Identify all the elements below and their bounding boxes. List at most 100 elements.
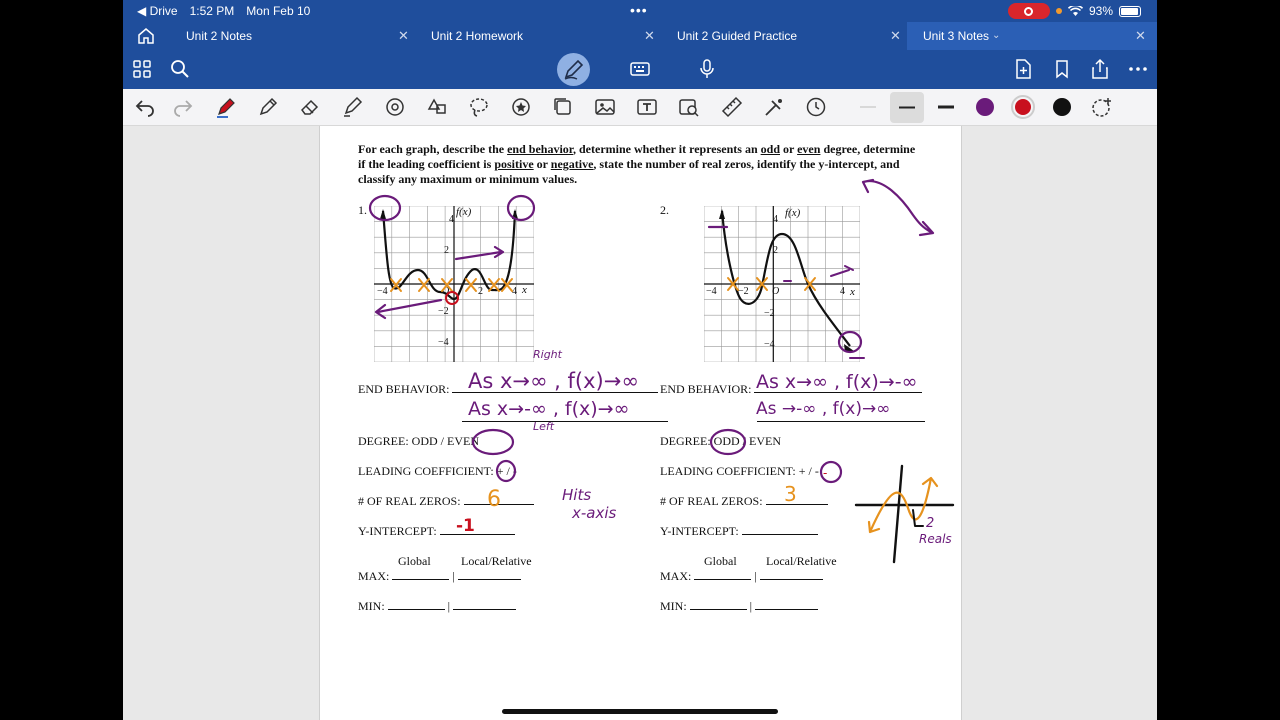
- q2-end-behavior-row: END BEHAVIOR:: [660, 382, 923, 397]
- answer-line[interactable]: [462, 421, 668, 422]
- share-icon[interactable]: [1089, 58, 1111, 80]
- color-purple[interactable]: [976, 98, 994, 116]
- pen-icon: [564, 59, 584, 80]
- answer-line[interactable]: [453, 609, 517, 610]
- battery-percent: 93%: [1088, 4, 1113, 18]
- answer-line[interactable]: [387, 609, 445, 610]
- q2-end-behavior-line2: [757, 411, 925, 426]
- mic-in-use-dot: [1055, 8, 1062, 14]
- drawing-toolbar: [123, 89, 1157, 126]
- lasso-icon[interactable]: [467, 95, 491, 119]
- color-black[interactable]: [1053, 98, 1071, 116]
- grid-icon[interactable]: [131, 58, 153, 80]
- answer-line[interactable]: [754, 392, 923, 393]
- duplicate-icon[interactable]: [551, 95, 575, 119]
- tab-unit-2-guided-practice[interactable]: Unit 2 Guided Practice ✕: [661, 22, 907, 50]
- camera-icon[interactable]: [677, 95, 701, 119]
- text-tool-icon[interactable]: [635, 95, 659, 119]
- tab-unit-2-notes[interactable]: Unit 2 Notes ✕: [170, 22, 415, 50]
- instr-end-behavior: end behavior: [507, 142, 573, 156]
- search-icon[interactable]: [169, 58, 191, 80]
- close-icon[interactable]: ✕: [644, 22, 655, 50]
- tab-label: Unit 2 Notes: [186, 29, 253, 43]
- tab-label: Unit 3 Notes: [923, 29, 990, 43]
- pen-mode-button[interactable]: [557, 53, 590, 86]
- worksheet-page[interactable]: For each graph, describe the end behavio…: [319, 126, 962, 720]
- screen-record-indicator[interactable]: [1007, 3, 1050, 19]
- answer-line[interactable]: [757, 421, 925, 422]
- home-indicator[interactable]: [502, 709, 778, 714]
- answer-line[interactable]: [392, 579, 450, 580]
- graph-1-tick: −4: [438, 337, 449, 348]
- wifi-icon: [1067, 5, 1083, 16]
- min-label: MIN:: [660, 599, 687, 613]
- ruler-icon[interactable]: [720, 95, 744, 119]
- close-icon[interactable]: ✕: [1135, 22, 1146, 50]
- chevron-down-icon[interactable]: ⌄: [992, 22, 1000, 50]
- q2-max: MAX: |: [660, 569, 823, 584]
- yint-label: Y-INTERCEPT:: [358, 524, 437, 538]
- tab-label: Unit 2 Homework: [431, 29, 524, 43]
- tab-unit-3-notes[interactable]: Unit 3 Notes ⌄ ✕: [907, 22, 1157, 50]
- undo-icon[interactable]: [133, 95, 157, 119]
- shape-tool-icon[interactable]: [383, 95, 407, 119]
- image-icon[interactable]: [593, 95, 617, 119]
- pencil-icon[interactable]: [256, 95, 280, 119]
- bookmark-icon[interactable]: [1051, 58, 1073, 80]
- q2-min: MIN: |: [660, 599, 819, 614]
- answer-line[interactable]: [457, 579, 521, 580]
- instr-negative: negative: [550, 157, 594, 171]
- microphone-icon[interactable]: [696, 58, 718, 80]
- graph-2-tick: 4: [840, 286, 845, 297]
- q1-min: MIN: |: [358, 599, 517, 614]
- end-behavior-label: END BEHAVIOR:: [358, 382, 450, 396]
- q1-leading-coefficient: LEADING COEFFICIENT: + / -: [358, 464, 517, 478]
- q1-degree: DEGREE: ODD / EVEN: [358, 434, 479, 448]
- laser-pointer-icon[interactable]: [762, 95, 786, 119]
- answer-line[interactable]: [755, 609, 819, 610]
- answer-line[interactable]: [741, 534, 818, 535]
- redo-icon[interactable]: [171, 95, 195, 119]
- graph-1-fx-label: f(x): [456, 206, 472, 218]
- q1-max: MAX: |: [358, 569, 521, 584]
- pen-tool-icon[interactable]: [214, 95, 238, 119]
- q1-end-behavior-row: END BEHAVIOR:: [358, 382, 659, 397]
- medium-stroke-selected[interactable]: [890, 92, 924, 123]
- graph-2-origin: O: [772, 286, 780, 297]
- add-page-icon[interactable]: [1012, 58, 1034, 80]
- answer-line[interactable]: [765, 504, 828, 505]
- ipad-screen: ◀ Drive 1:52 PM Mon Feb 10 ••• 93% Unit …: [123, 0, 1157, 720]
- answer-line[interactable]: [463, 504, 534, 505]
- q1-global-header: Global: [398, 554, 431, 568]
- close-icon[interactable]: ✕: [890, 22, 901, 50]
- back-to-drive[interactable]: ◀ Drive: [137, 4, 178, 18]
- answer-line[interactable]: [439, 534, 515, 535]
- sticker-icon[interactable]: [509, 95, 533, 119]
- highlighter-icon[interactable]: [340, 95, 364, 119]
- battery-icon: [1119, 5, 1141, 17]
- clock-icon[interactable]: [804, 95, 828, 119]
- answer-line[interactable]: [452, 392, 659, 393]
- tab-unit-2-homework[interactable]: Unit 2 Homework ✕: [415, 22, 661, 50]
- thick-stroke-icon[interactable]: [934, 95, 958, 119]
- shapes-icon[interactable]: [425, 95, 449, 119]
- more-icon[interactable]: [1127, 58, 1149, 80]
- answer-line[interactable]: [759, 579, 823, 580]
- graph-1-tick: −4: [377, 286, 388, 297]
- graph-2-tick: −4: [764, 339, 775, 350]
- multitask-dots-icon[interactable]: •••: [630, 2, 648, 18]
- close-icon[interactable]: ✕: [398, 22, 409, 50]
- graph-1-tick: 4: [449, 214, 454, 225]
- house-icon[interactable]: [137, 27, 155, 45]
- instr-odd: odd: [760, 142, 780, 156]
- min-label: MIN:: [358, 599, 385, 613]
- answer-line[interactable]: [689, 609, 747, 610]
- add-color-icon[interactable]: [1090, 95, 1114, 119]
- answer-line[interactable]: [694, 579, 752, 580]
- eraser-icon[interactable]: [298, 95, 322, 119]
- instr-positive: positive: [494, 157, 534, 171]
- keyboard-icon[interactable]: [629, 58, 651, 80]
- thin-stroke-icon[interactable]: [856, 95, 880, 119]
- color-red-selected[interactable]: [1011, 95, 1035, 119]
- graph-1-tick: 2: [444, 245, 449, 256]
